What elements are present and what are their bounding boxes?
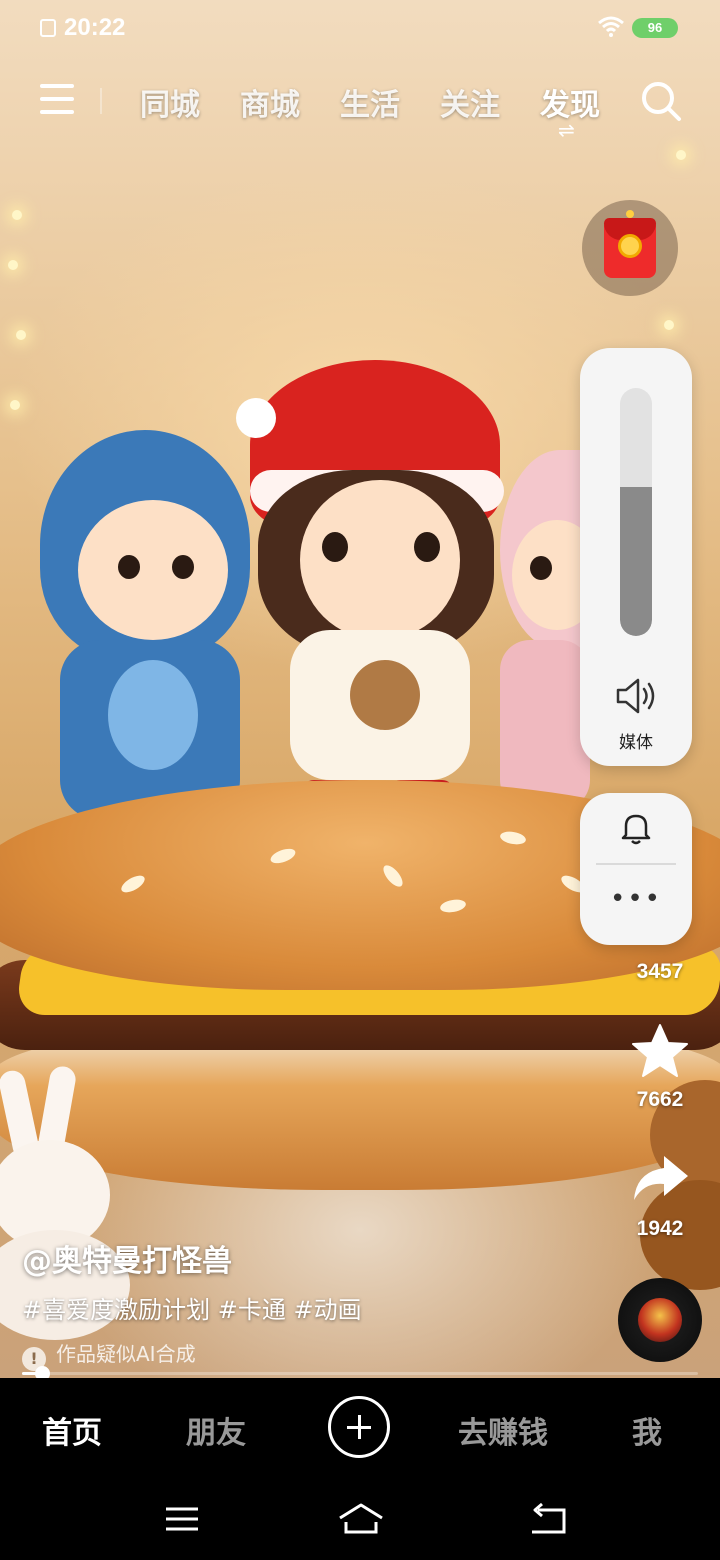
star-icon[interactable] xyxy=(630,1022,690,1080)
string-light xyxy=(664,320,674,330)
volume-slider[interactable] xyxy=(620,388,652,636)
tab-following[interactable]: 关注 xyxy=(440,80,500,124)
swap-arrows-icon: ⇌ xyxy=(558,118,575,142)
progress-dot xyxy=(626,210,634,218)
panel-divider xyxy=(596,863,676,865)
tab-home[interactable]: 首页 xyxy=(42,1408,102,1452)
music-disc-button[interactable] xyxy=(618,1278,702,1362)
ai-notice: ! 作品疑似AI合成 xyxy=(22,1338,196,1371)
music-cover-image xyxy=(638,1298,682,1342)
sim-card-icon xyxy=(40,19,56,37)
recent-apps-icon[interactable] xyxy=(162,1502,202,1536)
ringer-panel: ••• xyxy=(580,793,692,945)
author-name[interactable]: @奥特曼打怪兽 xyxy=(22,1236,232,1280)
more-options-icon[interactable]: ••• xyxy=(580,886,692,912)
share-icon[interactable] xyxy=(630,1152,690,1204)
red-envelope-button[interactable] xyxy=(582,200,678,296)
collect-count: 7662 xyxy=(636,1088,684,1111)
search-icon[interactable] xyxy=(640,80,682,122)
status-bar: 20:22 96 xyxy=(0,0,720,56)
tab-earn[interactable]: 去赚钱 xyxy=(458,1408,548,1452)
tab-me[interactable]: 我 xyxy=(632,1408,662,1452)
system-navigation-bar xyxy=(0,1478,720,1560)
hashtags[interactable]: #喜爱度激励计划 #卡通 #动画 xyxy=(22,1290,362,1325)
tab-mall[interactable]: 商城 xyxy=(240,80,300,124)
home-icon[interactable] xyxy=(338,1502,384,1536)
comment-count: 3457 xyxy=(636,960,684,983)
nav-divider xyxy=(100,88,102,114)
tab-friends[interactable]: 朋友 xyxy=(186,1408,246,1452)
coin-icon xyxy=(618,234,642,258)
wifi-icon xyxy=(598,16,624,37)
tab-nearby[interactable]: 同城 xyxy=(140,80,200,124)
tab-life[interactable]: 生活 xyxy=(340,80,400,124)
back-icon[interactable] xyxy=(528,1502,568,1536)
string-light xyxy=(12,210,22,220)
string-light xyxy=(16,330,26,340)
ai-notice-text: 作品疑似AI合成 xyxy=(56,1342,196,1366)
speaker-icon[interactable] xyxy=(614,676,660,716)
string-light xyxy=(676,150,686,160)
top-navigation: 同城 商城 生活 关注 发现 ⇌ xyxy=(0,72,720,140)
status-time: 20:22 xyxy=(64,14,126,41)
string-light xyxy=(10,400,20,410)
string-light xyxy=(8,260,18,270)
battery-indicator: 96 xyxy=(632,18,678,38)
create-post-button[interactable] xyxy=(328,1396,390,1458)
bell-icon[interactable] xyxy=(620,811,652,845)
menu-icon[interactable] xyxy=(40,84,74,114)
bottom-tab-bar: 首页 朋友 去赚钱 我 xyxy=(0,1378,720,1478)
video-progress-bar[interactable] xyxy=(22,1366,698,1381)
volume-label: 媒体 xyxy=(619,733,653,753)
volume-slider-fill xyxy=(620,487,652,636)
share-count: 1942 xyxy=(636,1217,684,1240)
volume-panel: 媒体 xyxy=(580,348,692,766)
